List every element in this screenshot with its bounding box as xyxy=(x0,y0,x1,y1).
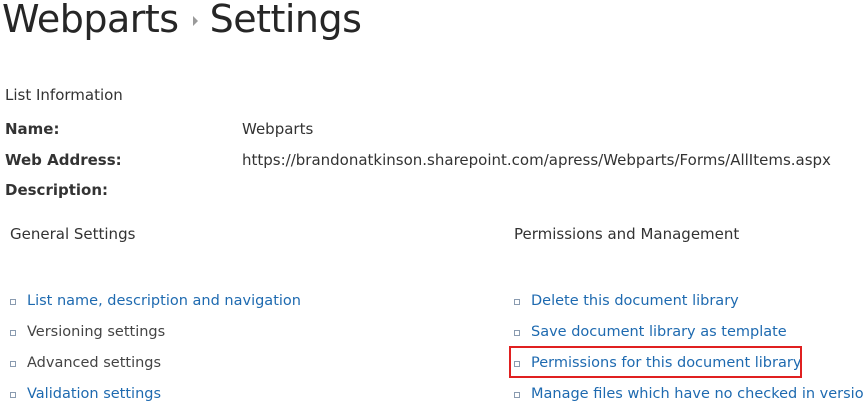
bullet-icon xyxy=(514,330,520,336)
manage-unchecked-files-link[interactable]: Manage files which have no checked in ve… xyxy=(531,386,863,402)
web-address-label: Web Address: xyxy=(5,151,122,169)
general-settings-heading: General Settings xyxy=(10,225,136,243)
name-label: Name: xyxy=(5,120,60,138)
breadcrumb-separator-icon xyxy=(192,15,198,26)
bullet-icon xyxy=(10,330,16,336)
name-value: Webparts xyxy=(242,120,314,138)
breadcrumb-parent-link[interactable]: Webparts xyxy=(2,0,179,41)
versioning-settings-link[interactable]: Versioning settings xyxy=(27,324,165,340)
bullet-icon xyxy=(10,361,16,367)
permissions-management-heading: Permissions and Management xyxy=(514,225,740,243)
bullet-icon xyxy=(514,392,520,398)
description-label: Description: xyxy=(5,181,109,199)
advanced-settings-link[interactable]: Advanced settings xyxy=(27,355,161,371)
save-as-template-link[interactable]: Save document library as template xyxy=(531,324,787,340)
validation-settings-link[interactable]: Validation settings xyxy=(27,386,161,402)
bullet-icon xyxy=(10,299,16,305)
highlight-box xyxy=(509,346,802,378)
page-title: Settings xyxy=(209,0,362,41)
breadcrumb: Webparts Settings xyxy=(2,0,362,41)
delete-document-library-link[interactable]: Delete this document library xyxy=(531,293,739,309)
bullet-icon xyxy=(514,299,520,305)
web-address-value: https://brandonatkinson.sharepoint.com/a… xyxy=(242,151,831,169)
list-name-description-navigation-link[interactable]: List name, description and navigation xyxy=(27,293,301,309)
bullet-icon xyxy=(10,392,16,398)
list-information-title: List Information xyxy=(5,86,123,104)
